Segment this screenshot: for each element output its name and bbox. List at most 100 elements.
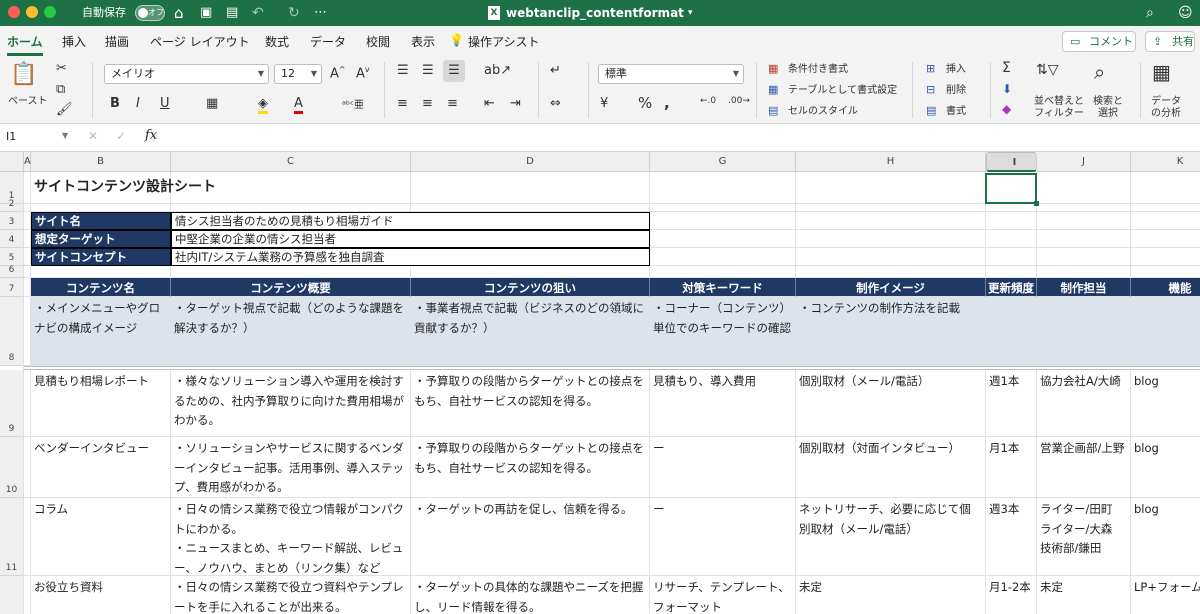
phonetic-icon[interactable]: ᵃᵇᶜ亜 xyxy=(342,96,364,111)
column-header-g[interactable]: G xyxy=(650,152,796,172)
column-header-h[interactable]: H xyxy=(796,152,986,172)
table-cell[interactable]: 見積もり、導入費用 xyxy=(650,370,796,437)
column-header-b[interactable]: B xyxy=(31,152,171,172)
table-cell[interactable]: blog xyxy=(1131,437,1200,498)
table-cell[interactable]: 未定 xyxy=(1037,576,1131,614)
title-chevron-icon[interactable]: ▾ xyxy=(688,0,693,26)
home-icon[interactable]: ⌂ xyxy=(174,0,184,26)
select-all-corner[interactable] xyxy=(0,152,24,172)
align-right-icon[interactable]: ≡ xyxy=(447,96,458,111)
worksheet-grid[interactable]: ABCDGHIJK 1 2 3 4 5 6 7 8 9 10 11 サイトコンテンツ設計シート サイト… xyxy=(0,152,1200,614)
table-header-cell[interactable]: 更新頻度 xyxy=(986,278,1037,297)
table-cell[interactable]: 未定 xyxy=(796,576,986,614)
format-cells-button[interactable]: 書式 xyxy=(946,106,966,118)
tab-insert[interactable]: 挿入 xyxy=(62,33,86,50)
table-cell[interactable]: 協力会社A/大崎 xyxy=(1037,370,1131,437)
borders-icon[interactable]: ▦ xyxy=(206,96,218,111)
table-cell[interactable]: ネットリサーチ、必要に応じて個別取材（メール/電話） xyxy=(796,498,986,576)
table-cell[interactable]: ベンダーインタビュー xyxy=(31,437,171,498)
paste-icon[interactable]: 📋 xyxy=(10,62,37,87)
save-icon[interactable]: ▣ xyxy=(200,0,212,26)
increase-decimal-icon[interactable]: ←.0 xyxy=(700,96,716,106)
align-center-icon[interactable]: ≡ xyxy=(422,96,433,111)
conditional-format-icon[interactable]: ▦ xyxy=(768,62,778,75)
table-cell[interactable]: 個別取材（メール/電話） xyxy=(796,370,986,437)
column-header-i[interactable]: I xyxy=(986,152,1037,172)
enter-formula-icon[interactable]: ✓ xyxy=(116,129,126,143)
description-cell[interactable] xyxy=(1037,297,1131,366)
cut-icon[interactable]: ✂ xyxy=(56,61,67,76)
row-header-5[interactable]: 5 xyxy=(0,248,24,266)
zoom-window-button[interactable] xyxy=(44,6,56,18)
table-header-cell[interactable]: 制作イメージ xyxy=(796,278,986,297)
table-cell[interactable]: 週3本 xyxy=(986,498,1037,576)
delete-cells-button[interactable]: 削除 xyxy=(946,85,966,97)
sort-filter-label-1[interactable]: 並べ替えと xyxy=(1034,96,1084,108)
table-header-cell[interactable]: コンテンツの狙い xyxy=(411,278,650,297)
description-cell[interactable] xyxy=(986,297,1037,366)
column-header-c[interactable]: C xyxy=(171,152,411,172)
table-cell[interactable]: ー xyxy=(650,498,796,576)
tell-me-search[interactable]: 操作アシスト xyxy=(468,33,540,50)
increase-indent-icon[interactable]: ⇥ xyxy=(510,96,521,111)
table-cell[interactable]: ・日々の情シス業務で役立つ情報がコンパクトにわかる。 ・ニュースまとめ、キーワー… xyxy=(171,498,411,576)
currency-icon[interactable]: ¥ xyxy=(600,96,608,111)
table-cell[interactable]: ・ソリューションやサービスに関するベンダーインタビュー記事。活用事例、導入ステッ… xyxy=(171,437,411,498)
description-cell[interactable]: ・ターゲット視点で記載（どのような課題を解決するか？） xyxy=(171,297,411,366)
analyze-data-label-2[interactable]: の分析 xyxy=(1146,108,1186,120)
row-header-11[interactable]: 11 xyxy=(0,498,24,576)
cell-style-icon[interactable]: ▤ xyxy=(768,104,778,117)
table-header-cell[interactable]: コンテンツ概要 xyxy=(171,278,411,297)
undo-icon[interactable]: ↶ xyxy=(252,0,264,26)
table-cell[interactable]: 営業企画部/上野 xyxy=(1037,437,1131,498)
cell-style-button[interactable]: セルのスタイル xyxy=(788,106,858,118)
decrease-indent-icon[interactable]: ⇤ xyxy=(484,96,495,111)
selected-cell-i1[interactable] xyxy=(985,173,1039,206)
save-as-icon[interactable]: ▤ xyxy=(226,0,238,26)
autosum-icon[interactable]: Σ xyxy=(1002,60,1011,76)
decrease-decimal-icon[interactable]: .00→ xyxy=(728,96,750,106)
row-header-2[interactable]: 2 xyxy=(0,199,24,212)
table-cell[interactable]: ・ターゲットの具体的な課題やニーズを把握し、リード情報を得る。 xyxy=(411,576,650,614)
minimize-window-button[interactable] xyxy=(26,6,38,18)
table-cell[interactable]: お役立ち資料 xyxy=(31,576,171,614)
find-select-label-2[interactable]: 選択 xyxy=(1088,108,1128,120)
info-label[interactable]: 想定ターゲット xyxy=(31,230,171,248)
table-cell[interactable]: ・ターゲットの再訪を促し、信頼を得る。 xyxy=(411,498,650,576)
decrease-font-icon[interactable]: Av xyxy=(356,65,370,81)
fill-icon[interactable]: ⬇ xyxy=(1002,82,1012,96)
find-select-label-1[interactable]: 検索と xyxy=(1088,96,1128,108)
table-header-cell[interactable]: 制作担当 xyxy=(1037,278,1131,297)
description-cell[interactable]: ・コンテンツの制作方法を記載 xyxy=(796,297,986,366)
find-select-icon[interactable]: ⌕ xyxy=(1094,60,1105,84)
insert-cells-button[interactable]: 挿入 xyxy=(946,64,966,76)
comma-icon[interactable]: , xyxy=(664,94,670,112)
comments-button[interactable]: ▭ コメント xyxy=(1062,31,1136,52)
info-value[interactable]: 社内IT/システム業務の予算感を独自調査 xyxy=(171,248,650,266)
format-cells-icon[interactable]: ▤ xyxy=(926,104,936,117)
row-header-6[interactable]: 6 xyxy=(0,265,24,278)
tab-page-layout[interactable]: ページ レイアウト xyxy=(150,33,250,50)
row-header-7[interactable]: 7 xyxy=(0,278,24,297)
table-cell[interactable]: 見積もり相場レポート xyxy=(31,370,171,437)
tab-formulas[interactable]: 数式 xyxy=(265,33,289,50)
merge-center-icon[interactable]: ⇔ xyxy=(550,96,561,111)
conditional-format-button[interactable]: 条件付き書式 xyxy=(788,64,848,76)
table-cell[interactable]: 週1本 xyxy=(986,370,1037,437)
column-header-k[interactable]: K xyxy=(1131,152,1200,172)
more-icon[interactable]: ⋯ xyxy=(314,0,327,26)
row-header-10[interactable]: 10 xyxy=(0,437,24,498)
info-value[interactable]: 情シス担当者のための見積もり相場ガイド xyxy=(171,212,650,230)
tab-home[interactable]: ホーム xyxy=(7,33,43,56)
table-cell[interactable]: ・日々の情シス業務で役立つ資料やテンプレートを手に入れることが出来る。 xyxy=(171,576,411,614)
description-cell[interactable]: ・事業者視点で記載（ビジネスのどの領域に貢献するか？） xyxy=(411,297,650,366)
description-cell[interactable]: ・メインメニューやグロナビの構成イメージ xyxy=(31,297,171,366)
info-label[interactable]: サイトコンセプト xyxy=(31,248,171,266)
column-header-a[interactable]: A xyxy=(24,152,31,172)
row-header-4[interactable]: 4 xyxy=(0,230,24,248)
percent-icon[interactable]: % xyxy=(638,94,652,112)
underline-icon[interactable]: U xyxy=(160,96,170,111)
font-size-select[interactable]: 12 ▼ xyxy=(274,64,322,84)
name-box-chevron-icon[interactable]: ▼ xyxy=(62,131,68,140)
align-bottom-icon[interactable]: ☰ xyxy=(443,60,465,82)
